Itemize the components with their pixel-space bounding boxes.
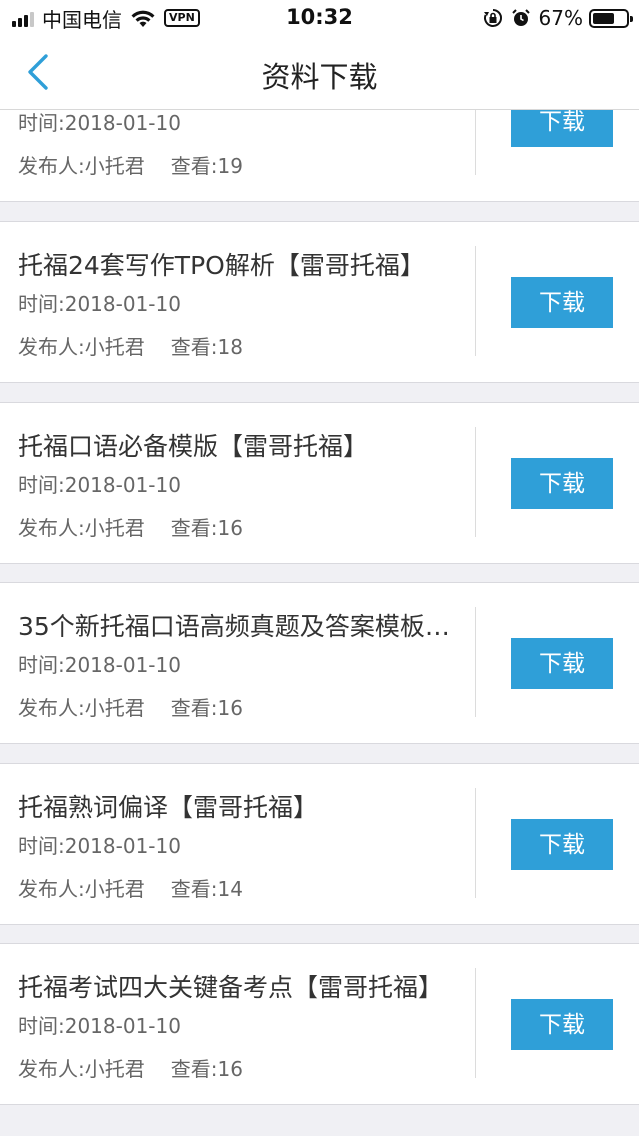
item-title: 托福熟词偏译【雷哥托福】 [18,793,319,822]
battery-icon [589,8,633,28]
item-views: 查看:16 [170,1057,243,1081]
download-button[interactable]: 下载 [511,999,613,1050]
nav-bar: 资料下载 [0,36,639,110]
item-publisher: 发布人:小托君 [18,877,145,901]
list-item[interactable]: 托福考试四大关键备考点【雷哥托福】 时间:2018-01-10 发布人:小托君 查… [0,943,639,1105]
download-button[interactable]: 下载 [511,638,613,689]
download-button[interactable]: 下载 [511,277,613,328]
alarm-clock-icon [511,9,530,26]
item-time: 时间:2018-01-10 [18,473,181,497]
item-publisher: 发布人:小托君 [18,335,145,359]
card-divider [475,246,476,356]
card-divider [475,788,476,898]
item-meta: 发布人:小托君 查看:19 [18,150,243,179]
battery-fill [593,12,614,24]
list-item[interactable]: 托福24套写作TPO解析【雷哥托福】 时间:2018-01-10 发布人:小托君… [0,221,639,383]
item-publisher: 发布人:小托君 [18,1057,145,1081]
item-time: 时间:2018-01-10 [18,1014,181,1038]
item-meta: 发布人:小托君 查看:16 [18,692,243,721]
material-list[interactable]: 时间:2018-01-10 发布人:小托君 查看:19 下载 托福24套写作TPO… [0,0,639,1136]
item-publisher: 发布人:小托君 [18,696,145,720]
item-views: 查看:14 [170,877,243,901]
download-button[interactable]: 下载 [511,819,613,870]
item-publisher: 发布人:小托君 [18,516,145,540]
card-divider [475,968,476,1078]
status-bar: 中国电信 VPN 10:32 67% [0,0,639,36]
item-time: 时间:2018-01-10 [18,653,181,677]
item-views: 查看:18 [170,335,243,359]
item-views: 查看:19 [170,154,243,178]
card-divider [475,427,476,537]
card-divider [475,607,476,717]
download-button[interactable]: 下载 [511,458,613,509]
list-item[interactable]: 托福口语必备模版【雷哥托福】 时间:2018-01-10 发布人:小托君 查看:1… [0,402,639,564]
item-views: 查看:16 [170,516,243,540]
item-views: 查看:16 [170,696,243,720]
item-title: 托福考试四大关键备考点【雷哥托福】 [18,973,444,1002]
list-item[interactable]: 托福熟词偏译【雷哥托福】 时间:2018-01-10 发布人:小托君 查看:14 … [0,763,639,925]
battery-percent: 67% [538,6,583,30]
status-right: 67% [483,6,633,30]
item-time: 时间:2018-01-10 [18,111,181,135]
page-title: 资料下载 [261,60,378,94]
item-meta: 发布人:小托君 查看:18 [18,331,243,360]
rotation-lock-icon [483,9,502,27]
item-time: 时间:2018-01-10 [18,834,181,858]
item-meta: 发布人:小托君 查看:14 [18,873,243,902]
item-title: 托福24套写作TPO解析【雷哥托福】 [18,251,425,280]
item-time: 时间:2018-01-10 [18,292,181,316]
item-title: 35个新托福口语高频真题及答案模板【雷哥托福】 [18,612,460,641]
item-meta: 发布人:小托君 查看:16 [18,512,243,541]
item-meta: 发布人:小托君 查看:16 [18,1053,243,1082]
item-publisher: 发布人:小托君 [18,154,145,178]
item-title: 托福口语必备模版【雷哥托福】 [18,432,369,461]
list-item[interactable]: 35个新托福口语高频真题及答案模板【雷哥托福】 时间:2018-01-10 发布… [0,582,639,744]
